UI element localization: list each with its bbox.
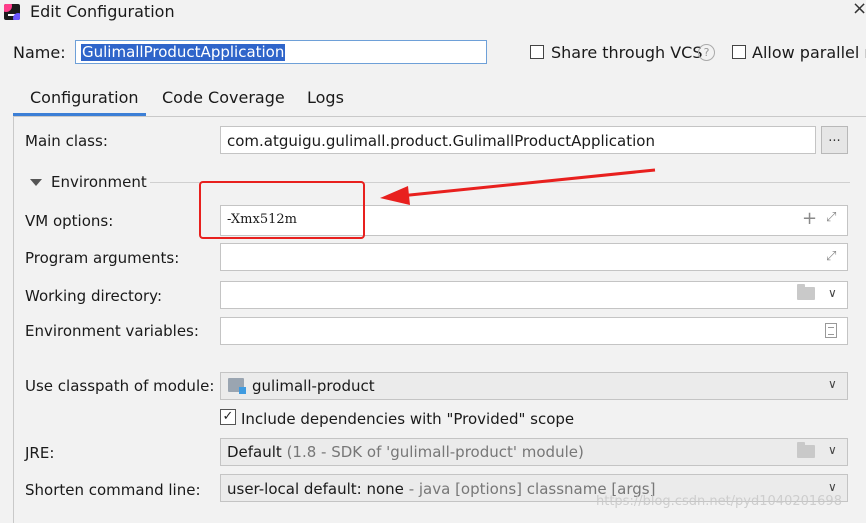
annotation-highlight-box xyxy=(199,181,365,239)
program-arguments-label: Program arguments: xyxy=(25,249,180,267)
name-label: Name: xyxy=(13,43,66,62)
jre-value-detail: (1.8 - SDK of 'gulimall-product' module) xyxy=(281,443,584,461)
annotation-arrow xyxy=(380,168,656,205)
tab-code-coverage[interactable]: Code Coverage xyxy=(162,88,285,107)
watermark: https://blog.csdn.net/pyd1040201698 xyxy=(596,494,842,509)
include-provided-checkbox[interactable]: ✓ xyxy=(220,409,236,425)
vm-options-label: VM options: xyxy=(25,212,114,230)
allow-parallel-checkbox[interactable] xyxy=(732,45,746,59)
tab-logs[interactable]: Logs xyxy=(307,88,344,107)
environment-section-label[interactable]: Environment xyxy=(51,173,147,191)
chevron-down-icon[interactable]: ∨ xyxy=(828,480,837,494)
help-icon[interactable]: ? xyxy=(698,44,715,61)
main-class-label: Main class: xyxy=(25,132,108,150)
environment-variables-label: Environment variables: xyxy=(25,322,199,340)
close-icon[interactable]: × xyxy=(852,0,866,19)
main-class-value[interactable]: com.atguigu.gulimall.product.GulimallPro… xyxy=(227,132,655,150)
allow-parallel-label[interactable]: Allow parallel ru xyxy=(752,43,866,62)
shorten-command-line-value[interactable]: user-local default: none - java [options… xyxy=(227,480,655,498)
chevron-down-icon[interactable]: ∨ xyxy=(828,286,837,300)
module-value[interactable]: gulimall-product xyxy=(252,377,375,395)
expand-icon[interactable]: ⤢ xyxy=(826,210,836,225)
shorten-value-main: user-local default: none xyxy=(227,480,404,498)
shorten-command-line-label: Shorten command line: xyxy=(25,481,201,499)
program-arguments-field[interactable] xyxy=(220,243,848,271)
window-title: Edit Configuration xyxy=(30,2,175,21)
expand-icon[interactable]: ⤢ xyxy=(826,249,836,264)
environment-variables-field[interactable] xyxy=(220,317,848,345)
share-vcs-checkbox[interactable] xyxy=(530,45,544,59)
document-icon[interactable] xyxy=(825,323,837,338)
name-input-value[interactable]: GulimallProductApplication xyxy=(81,44,286,61)
intellij-app-icon xyxy=(4,4,20,20)
jre-value[interactable]: Default (1.8 - SDK of 'gulimall-product'… xyxy=(227,443,584,461)
tab-configuration[interactable]: Configuration xyxy=(30,88,139,107)
chevron-down-icon[interactable]: ∨ xyxy=(828,443,837,457)
chevron-down-icon[interactable]: ∨ xyxy=(828,377,837,391)
folder-icon[interactable] xyxy=(797,442,815,458)
module-label: Use classpath of module: xyxy=(25,377,215,395)
jre-value-main: Default xyxy=(227,443,282,461)
working-directory-field[interactable] xyxy=(220,281,848,309)
working-directory-label: Working directory: xyxy=(25,287,163,305)
browse-main-class-button[interactable]: ... xyxy=(821,126,848,154)
share-vcs-label[interactable]: Share through VCS xyxy=(551,43,702,62)
plus-icon[interactable]: + xyxy=(802,208,817,229)
folder-icon[interactable] xyxy=(797,284,815,300)
include-provided-label[interactable]: Include dependencies with "Provided" sco… xyxy=(241,410,574,428)
module-icon xyxy=(228,378,246,394)
jre-label: JRE: xyxy=(25,444,55,462)
collapse-triangle-icon[interactable] xyxy=(30,179,42,186)
